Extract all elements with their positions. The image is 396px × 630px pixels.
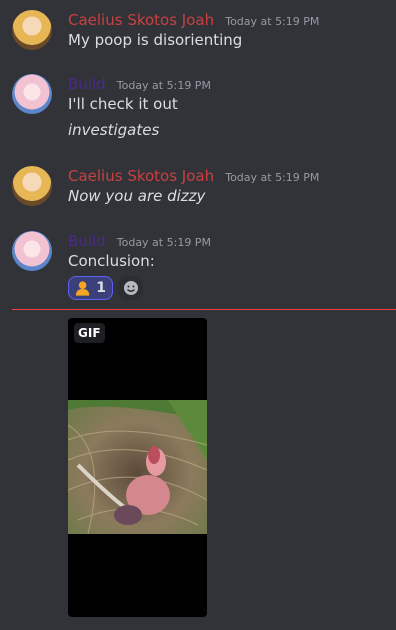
reaction-count: 1 [96, 280, 106, 296]
smiley-icon [124, 281, 138, 295]
new-messages-divider [12, 309, 396, 310]
avatar[interactable] [12, 231, 52, 271]
reaction-pill[interactable]: 1 [68, 276, 113, 300]
author-name[interactable]: Caelius Skotos Joah [68, 11, 214, 29]
avatar[interactable] [12, 166, 52, 206]
message-text: My poop is disorienting [68, 31, 243, 49]
timestamp[interactable]: Today at 5:19 PM [225, 171, 319, 184]
avatar[interactable] [12, 10, 52, 50]
timestamp[interactable]: Today at 5:19 PM [117, 79, 211, 92]
author-name[interactable]: Caelius Skotos Joah [68, 167, 214, 185]
timestamp[interactable]: Today at 5:19 PM [225, 15, 319, 28]
author-name[interactable]: Build [68, 232, 106, 250]
reactions-bar: 1 [68, 276, 143, 300]
message-text-italic: investigates [68, 121, 160, 139]
message-text: Conclusion: [68, 252, 155, 270]
timestamp[interactable]: Today at 5:19 PM [117, 236, 211, 249]
gif-badge: GIF [74, 323, 105, 343]
gif-frame-image [68, 400, 207, 534]
message-text-italic: Now you are dizzy [68, 187, 206, 205]
author-name[interactable]: Build [68, 75, 106, 93]
avatar[interactable] [12, 74, 52, 114]
message-text: I'll check it out [68, 95, 178, 113]
person-emoji-icon [75, 281, 90, 296]
add-reaction-button[interactable] [119, 276, 143, 300]
gif-attachment[interactable]: GIF [68, 318, 207, 617]
